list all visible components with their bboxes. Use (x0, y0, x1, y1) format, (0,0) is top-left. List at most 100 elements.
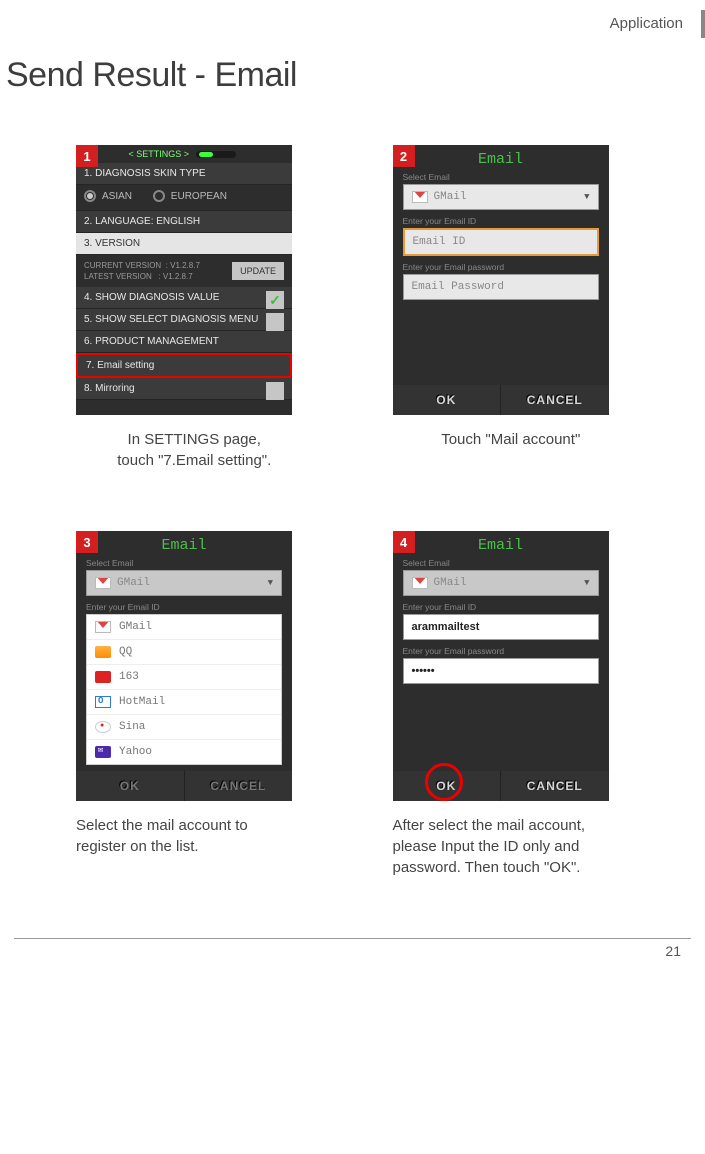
cancel-button[interactable]: CANCEL (500, 385, 609, 415)
button-bar: OK CANCEL (393, 385, 609, 415)
ver-lat-label: LATEST VERSION (84, 272, 152, 281)
email-id-field[interactable]: arammailtest (403, 614, 599, 640)
caption-line: please Input the ID only and (393, 838, 580, 855)
dropdown-value: GMail (117, 577, 150, 589)
yahoo-icon (95, 746, 111, 758)
row-language[interactable]: 2. LANGUAGE: ENGLISH (76, 211, 292, 233)
step-badge: 1 (76, 145, 98, 167)
email-id-label: Enter your Email ID (393, 216, 609, 228)
option-gmail[interactable]: GMail (87, 615, 281, 640)
step-caption: After select the mail account, please In… (393, 815, 630, 878)
option-163[interactable]: 163 (87, 665, 281, 690)
qq-icon (95, 646, 111, 658)
screenshot-email-dropdown: 3 Email Select Email GMail ▼ Enter your … (76, 531, 292, 801)
step-badge: 3 (76, 531, 98, 553)
caption-line: password. Then touch "OK". (393, 859, 581, 876)
ok-button[interactable]: OK (393, 385, 501, 415)
checkbox-on[interactable]: ✓ (266, 291, 284, 309)
option-label: Sina (119, 721, 145, 733)
step-badge: 2 (393, 145, 415, 167)
update-button[interactable]: UPDATE (232, 262, 284, 280)
button-bar: OK CANCEL (393, 771, 609, 801)
email-pw-field[interactable]: •••••• (403, 658, 599, 684)
option-label: Yahoo (119, 746, 152, 758)
radio-asian[interactable]: ASIAN (84, 190, 132, 202)
gmail-icon (412, 577, 428, 589)
step-3: 3 Email Select Email GMail ▼ Enter your … (76, 531, 313, 878)
caption-line: register on the list. (76, 838, 199, 855)
gmail-icon (95, 621, 111, 633)
sina-icon (95, 721, 111, 733)
email-id-label: Enter your Email ID (76, 602, 292, 614)
email-id-label: Enter your Email ID (393, 602, 609, 614)
ok-button[interactable]: OK (76, 771, 184, 801)
netease-icon (95, 671, 111, 683)
page-title: Send Result - Email (6, 56, 705, 95)
page-footer: 21 (14, 938, 691, 969)
email-title: Email (393, 531, 609, 558)
step-1: 1 < SETTINGS > 1. DIAGNOSIS SKIN TYPE AS… (76, 145, 313, 471)
step-badge: 4 (393, 531, 415, 553)
email-pw-field[interactable]: Email Password (403, 274, 599, 300)
select-email-label: Select Email (393, 172, 609, 184)
radio-label: EUROPEAN (171, 191, 227, 202)
step-2: 2 Email Select Email GMail ▼ Enter your … (393, 145, 630, 471)
row-show-diag-value[interactable]: 4. SHOW DIAGNOSIS VALUE ✓ (76, 287, 292, 309)
email-title: Email (76, 531, 292, 558)
email-title: Email (393, 145, 609, 172)
screenshot-settings: 1 < SETTINGS > 1. DIAGNOSIS SKIN TYPE AS… (76, 145, 292, 415)
option-qq[interactable]: QQ (87, 640, 281, 665)
email-pw-label: Enter your Email password (393, 262, 609, 274)
step-caption: Touch "Mail account" (393, 429, 630, 450)
option-hotmail[interactable]: HotMail (87, 690, 281, 715)
row-diagnosis-skin[interactable]: 1. DIAGNOSIS SKIN TYPE (76, 163, 292, 185)
button-bar: OK CANCEL (76, 771, 292, 801)
checkbox-off[interactable] (266, 313, 284, 331)
radio-european[interactable]: EUROPEAN (153, 190, 227, 202)
checkbox-off[interactable] (266, 382, 284, 400)
section-label: Application (0, 10, 705, 38)
option-label: QQ (119, 646, 132, 658)
select-email-label: Select Email (76, 558, 292, 570)
row-product-mgmt[interactable]: 6. PRODUCT MANAGEMENT (76, 331, 292, 353)
mail-account-dropdown[interactable]: GMail ▼ (403, 570, 599, 596)
ok-button[interactable]: OK (393, 771, 501, 801)
row-label: 5. SHOW SELECT DIAGNOSIS MENU (84, 314, 258, 325)
chevron-down-icon: ▼ (584, 192, 589, 202)
screenshot-email: 2 Email Select Email GMail ▼ Enter your … (393, 145, 609, 415)
option-sina[interactable]: Sina (87, 715, 281, 740)
radio-label: ASIAN (102, 191, 132, 202)
row-email-setting[interactable]: 7. Email setting (76, 353, 292, 378)
cancel-button[interactable]: CANCEL (500, 771, 609, 801)
caption-line: Select the mail account to (76, 817, 248, 834)
dropdown-list: GMail QQ 163 HotMail Sina Yahoo (86, 614, 282, 765)
steps-grid: 1 < SETTINGS > 1. DIAGNOSIS SKIN TYPE AS… (0, 145, 705, 878)
caption-line: After select the mail account, (393, 817, 586, 834)
screenshot-email-filled: 4 Email Select Email GMail ▼ Enter your … (393, 531, 609, 801)
row-radios: ASIAN EUROPEAN (76, 185, 292, 211)
ver-cur-label: CURRENT VERSION (84, 261, 161, 270)
step-caption: In SETTINGS page, touch "7.Email setting… (76, 429, 313, 471)
option-label: 163 (119, 671, 139, 683)
row-show-select-menu[interactable]: 5. SHOW SELECT DIAGNOSIS MENU (76, 309, 292, 331)
chevron-down-icon: ▼ (584, 578, 589, 588)
document-page: Application Send Result - Email 1 < SETT… (0, 0, 705, 969)
dropdown-value: GMail (434, 191, 467, 203)
gmail-icon (95, 577, 111, 589)
row-label: 4. SHOW DIAGNOSIS VALUE (84, 292, 219, 303)
step-4: 4 Email Select Email GMail ▼ Enter your … (393, 531, 630, 878)
mail-account-dropdown[interactable]: GMail ▼ (403, 184, 599, 210)
settings-header: < SETTINGS > (76, 145, 292, 163)
row-mirroring[interactable]: 8. Mirroring (76, 378, 292, 400)
step-caption: Select the mail account to register on t… (76, 815, 313, 857)
row-label: 8. Mirroring (84, 383, 135, 394)
ver-cur-val: : V1.2.8.7 (166, 261, 200, 270)
row-version: 3. VERSION (76, 233, 292, 255)
email-id-field[interactable]: Email ID (403, 228, 599, 256)
option-label: GMail (119, 621, 152, 633)
option-yahoo[interactable]: Yahoo (87, 740, 281, 764)
cancel-button[interactable]: CANCEL (184, 771, 293, 801)
ver-lat-val: : V1.2.8.7 (158, 272, 192, 281)
dropdown-value: GMail (434, 577, 467, 589)
mail-account-dropdown[interactable]: GMail ▼ (86, 570, 282, 596)
